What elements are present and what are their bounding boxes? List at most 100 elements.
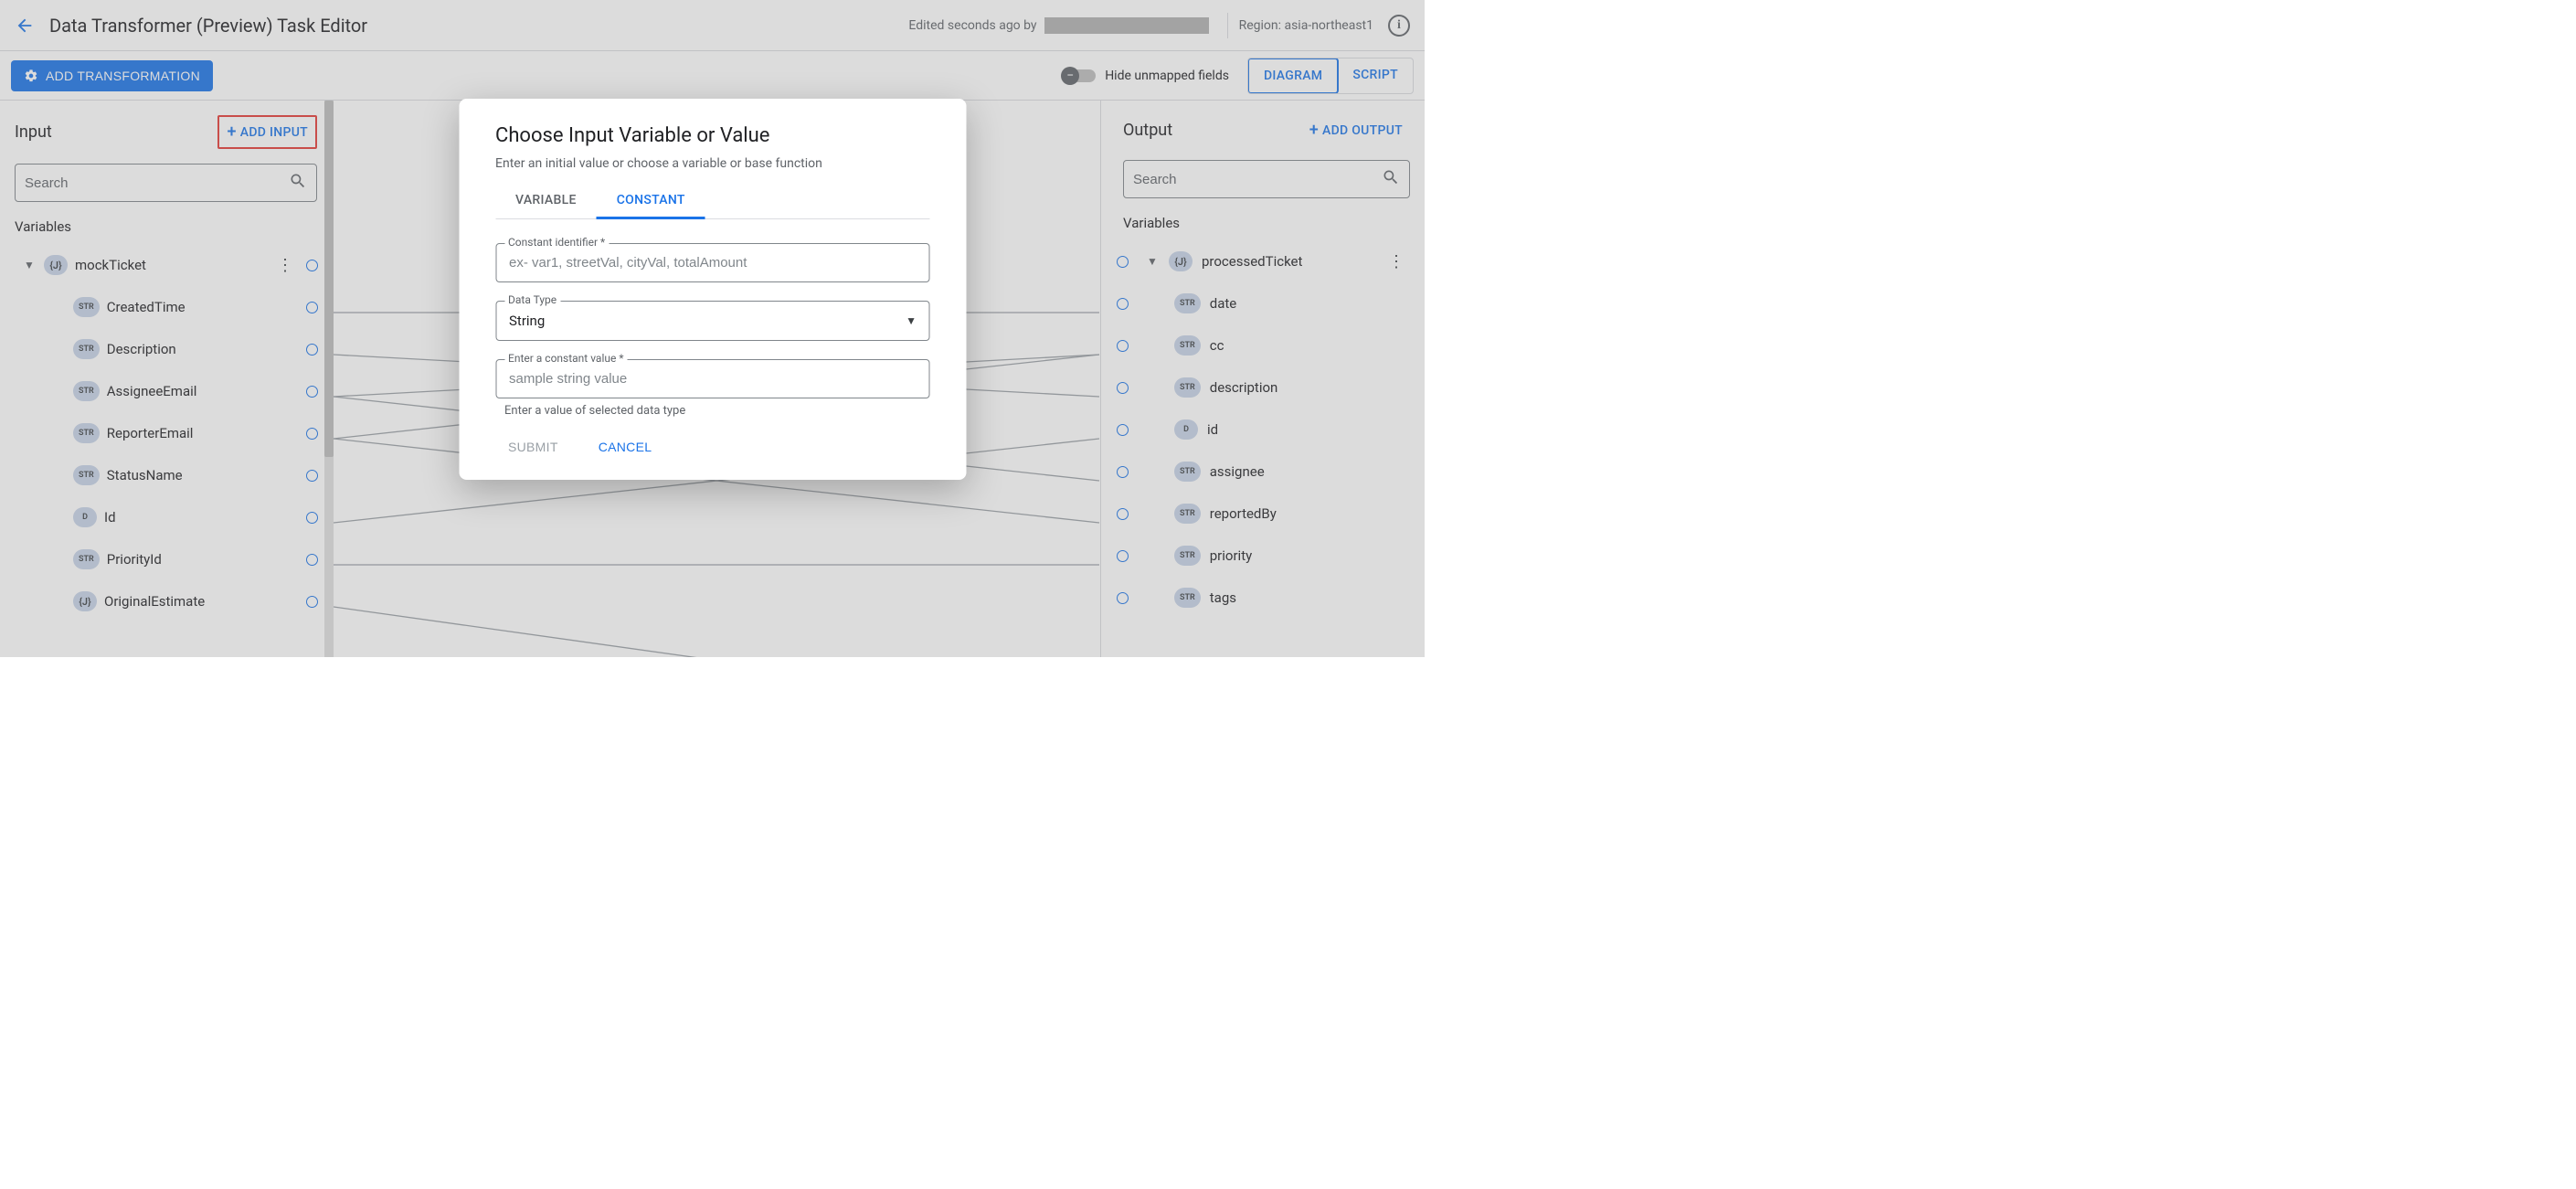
hide-unmapped-toggle[interactable]: − Hide unmapped fields (1063, 69, 1229, 83)
caret-down-icon: ▼ (1145, 255, 1160, 268)
tree-row[interactable]: STR ReporterEmail (15, 412, 317, 454)
field-name: mockTicket (75, 257, 264, 273)
tree-row[interactable]: {J} OriginalEstimate (15, 580, 317, 622)
connection-port[interactable] (306, 512, 318, 524)
output-search-field[interactable] (1133, 172, 1382, 187)
back-button[interactable] (15, 16, 35, 36)
type-badge: D (73, 507, 97, 527)
tab-script[interactable]: SCRIPT (1338, 58, 1413, 93)
tree-row[interactable]: STR assignee (1123, 451, 1410, 493)
add-output-label: ADD OUTPUT (1322, 123, 1403, 138)
plus-icon: + (1309, 121, 1319, 140)
toolbar: ADD TRANSFORMATION − Hide unmapped field… (0, 51, 1425, 101)
constant-value-input[interactable] (495, 359, 929, 398)
more-menu-icon[interactable]: ⋮ (271, 256, 299, 275)
tree-row[interactable]: STR PriorityId (15, 538, 317, 580)
field-name: processedTicket (1202, 253, 1373, 270)
type-badge: STR (1174, 293, 1201, 313)
connection-port[interactable] (1117, 298, 1129, 310)
tree-row[interactable]: STR StatusName (15, 454, 317, 496)
more-menu-icon[interactable]: ⋮ (1383, 252, 1410, 271)
field-name: reportedBy (1210, 505, 1410, 522)
modal-subtitle: Enter an initial value or choose a varia… (495, 156, 929, 171)
output-variables-label: Variables (1123, 215, 1410, 231)
toggle-track: − (1063, 69, 1096, 82)
output-tree: ▼ {J} processedTicket ⋮ STR date STR cc … (1123, 240, 1410, 619)
connection-port[interactable] (1117, 508, 1129, 520)
connection-port[interactable] (1117, 592, 1129, 604)
type-badge: STR (1174, 462, 1201, 482)
add-transformation-button[interactable]: ADD TRANSFORMATION (11, 60, 213, 91)
connection-port[interactable] (306, 386, 318, 398)
submit-button[interactable]: SUBMIT (501, 434, 566, 460)
tab-constant[interactable]: CONSTANT (597, 184, 705, 218)
tree-row[interactable]: STR priority (1123, 535, 1410, 577)
plus-icon: + (227, 122, 236, 142)
tree-row[interactable]: STR date (1123, 282, 1410, 324)
connection-port[interactable] (306, 596, 318, 608)
connection-port[interactable] (306, 554, 318, 566)
connection-port[interactable] (1117, 340, 1129, 352)
tree-row-root[interactable]: ▼ {J} processedTicket ⋮ (1123, 240, 1410, 282)
caret-down-icon: ▼ (22, 259, 37, 271)
type-badge: STR (73, 297, 100, 317)
scrollbar[interactable] (324, 101, 334, 657)
data-type-select[interactable]: String (495, 301, 929, 341)
tab-variable[interactable]: VARIABLE (495, 184, 597, 218)
field-label: Data Type (504, 293, 560, 306)
toggle-knob: − (1061, 67, 1079, 85)
tree-row[interactable]: STR Description (15, 328, 317, 370)
input-search-field[interactable] (25, 175, 289, 191)
connection-port[interactable] (1117, 382, 1129, 394)
type-badge: STR (1174, 546, 1201, 566)
tree-row[interactable]: D id (1123, 409, 1410, 451)
constant-identifier-input[interactable] (495, 243, 929, 282)
connection-port[interactable] (1117, 424, 1129, 436)
connection-port[interactable] (306, 344, 318, 356)
modal-tabs: VARIABLE CONSTANT (495, 184, 929, 219)
scrollbar-thumb[interactable] (324, 101, 334, 457)
input-panel: Input + ADD INPUT Variables ▼ {J} mockTi… (0, 101, 324, 657)
page-title: Data Transformer (Preview) Task Editor (49, 15, 908, 37)
output-search[interactable] (1123, 160, 1410, 198)
input-search[interactable] (15, 164, 317, 202)
arrow-left-icon (15, 16, 35, 36)
field-name: description (1210, 379, 1410, 396)
input-tree: ▼ {J} mockTicket ⋮ STR CreatedTime STR D… (15, 244, 317, 622)
tree-row[interactable]: STR tags (1123, 577, 1410, 619)
tree-row-root[interactable]: ▼ {J} mockTicket ⋮ (15, 244, 317, 286)
tree-row[interactable]: STR cc (1123, 324, 1410, 366)
type-badge: {J} (1169, 251, 1193, 271)
add-input-button[interactable]: + ADD INPUT (217, 115, 317, 149)
connection-port[interactable] (1117, 550, 1129, 562)
type-badge: STR (1174, 588, 1201, 608)
tree-row[interactable]: STR CreatedTime (15, 286, 317, 328)
connection-port[interactable] (1117, 466, 1129, 478)
field-name: PriorityId (107, 551, 299, 568)
connection-port[interactable] (306, 470, 318, 482)
field-name: tags (1210, 589, 1410, 606)
tree-row[interactable]: STR reportedBy (1123, 493, 1410, 535)
tree-row[interactable]: STR AssigneeEmail (15, 370, 317, 412)
cancel-button[interactable]: CANCEL (591, 434, 660, 460)
help-icon[interactable]: i (1388, 15, 1410, 37)
edited-by-label: Edited seconds ago by (908, 18, 1036, 33)
connection-port[interactable] (1117, 256, 1129, 268)
connection-port[interactable] (306, 428, 318, 440)
field-label: Constant identifier * (504, 236, 609, 249)
add-input-label: ADD INPUT (240, 125, 308, 140)
region-label: Region: asia-northeast1 (1239, 18, 1373, 33)
tree-row[interactable]: STR description (1123, 366, 1410, 409)
add-output-button[interactable]: + ADD OUTPUT (1302, 115, 1410, 145)
connection-port[interactable] (306, 260, 318, 271)
type-badge: STR (73, 381, 100, 401)
type-badge: STR (1174, 377, 1201, 398)
tab-diagram[interactable]: DIAGRAM (1247, 58, 1339, 94)
data-type-field: Data Type String ▼ (495, 301, 929, 341)
type-badge: {J} (44, 255, 68, 275)
tree-row[interactable]: D Id (15, 496, 317, 538)
toggle-label: Hide unmapped fields (1105, 69, 1229, 83)
type-badge: STR (1174, 335, 1201, 356)
connection-port[interactable] (306, 302, 318, 313)
field-name: cc (1210, 337, 1410, 354)
